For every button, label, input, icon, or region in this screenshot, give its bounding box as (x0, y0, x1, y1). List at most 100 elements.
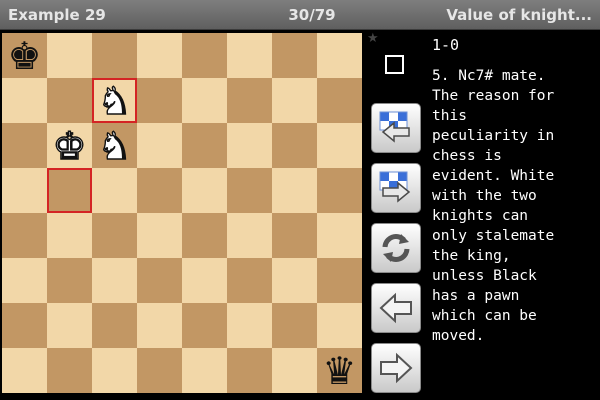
square-a2[interactable] (2, 303, 47, 348)
comment-line: evident. White (432, 168, 555, 184)
comment-line: 5. Nc7# mate. (432, 68, 546, 84)
square-d6[interactable] (137, 123, 182, 168)
square-e1[interactable] (182, 348, 227, 393)
square-f3[interactable] (227, 258, 272, 303)
square-b8[interactable] (47, 33, 92, 78)
arrow-right-icon (380, 352, 413, 384)
comment-line: unless Black (432, 268, 537, 284)
square-d2[interactable] (137, 303, 182, 348)
square-g3[interactable] (272, 258, 317, 303)
square-b6[interactable]: ♚ (47, 123, 92, 168)
comment-line: chess is (432, 148, 502, 164)
flip-board-button[interactable] (371, 223, 421, 273)
square-g6[interactable] (272, 123, 317, 168)
square-d7[interactable] (137, 78, 182, 123)
comment-line: which can be (432, 308, 537, 324)
next-game-button[interactable] (371, 163, 421, 213)
square-b7[interactable] (47, 78, 92, 123)
square-c5[interactable] (92, 168, 137, 213)
square-b2[interactable] (47, 303, 92, 348)
square-c3[interactable] (92, 258, 137, 303)
square-e6[interactable] (182, 123, 227, 168)
square-d4[interactable] (137, 213, 182, 258)
refresh-icon (382, 234, 410, 262)
square-h8[interactable] (317, 33, 362, 78)
favorite-checkbox[interactable] (385, 55, 404, 74)
example-counter: 30/79 (288, 6, 336, 24)
comment-line: this (432, 108, 467, 124)
square-f2[interactable] (227, 303, 272, 348)
square-h4[interactable] (317, 213, 362, 258)
square-f8[interactable] (227, 33, 272, 78)
comment-line: with the two (432, 188, 537, 204)
square-b1[interactable] (47, 348, 92, 393)
square-c8[interactable] (92, 33, 137, 78)
example-title: Example 29 (8, 6, 106, 24)
black-king-icon[interactable]: ♚ (2, 33, 47, 78)
white-king-icon[interactable]: ♚ (47, 123, 92, 168)
move-comment: 5. Nc7# mate. The reason for this peculiari… (432, 66, 592, 346)
square-a5[interactable] (2, 168, 47, 213)
comment-line: moved. (432, 328, 485, 344)
square-b4[interactable] (47, 213, 92, 258)
star-icon[interactable]: ★ (367, 31, 379, 46)
square-e4[interactable] (182, 213, 227, 258)
square-h1[interactable]: ♛ (317, 348, 362, 393)
square-b3[interactable] (47, 258, 92, 303)
white-knight-icon[interactable]: ♞ (94, 80, 135, 121)
square-a3[interactable] (2, 258, 47, 303)
board-arrow-left-icon (379, 111, 410, 143)
square-h3[interactable] (317, 258, 362, 303)
square-c7[interactable]: ♞ (92, 78, 137, 123)
square-g7[interactable] (272, 78, 317, 123)
square-d5[interactable] (137, 168, 182, 213)
comment-line: knights can (432, 208, 529, 224)
square-c2[interactable] (92, 303, 137, 348)
square-g2[interactable] (272, 303, 317, 348)
square-d1[interactable] (137, 348, 182, 393)
board-arrow-right-icon (379, 171, 411, 203)
square-h6[interactable] (317, 123, 362, 168)
square-f4[interactable] (227, 213, 272, 258)
square-b5[interactable] (47, 168, 92, 213)
square-c6[interactable]: ♞ (92, 123, 137, 168)
square-e5[interactable] (182, 168, 227, 213)
square-g5[interactable] (272, 168, 317, 213)
square-g1[interactable] (272, 348, 317, 393)
comment-line: only stalemate (432, 228, 555, 244)
square-d3[interactable] (137, 258, 182, 303)
square-a4[interactable] (2, 213, 47, 258)
square-f6[interactable] (227, 123, 272, 168)
comment-line: peculiarity in (432, 128, 555, 144)
square-e3[interactable] (182, 258, 227, 303)
square-g4[interactable] (272, 213, 317, 258)
square-g8[interactable] (272, 33, 317, 78)
white-knight-icon[interactable]: ♞ (92, 123, 137, 168)
next-move-button[interactable] (371, 343, 421, 393)
arrow-left-icon (379, 292, 412, 324)
comment-line: the king, (432, 248, 511, 264)
square-a7[interactable] (2, 78, 47, 123)
black-queen-icon[interactable]: ♛ (317, 348, 362, 393)
previous-move-button[interactable] (371, 283, 421, 333)
square-e7[interactable] (182, 78, 227, 123)
square-e2[interactable] (182, 303, 227, 348)
chess-board[interactable]: ♚ ♞ ♚ ♞ ♛ (2, 33, 362, 393)
square-h7[interactable] (317, 78, 362, 123)
square-h5[interactable] (317, 168, 362, 213)
square-c1[interactable] (92, 348, 137, 393)
square-d8[interactable] (137, 33, 182, 78)
previous-game-button[interactable] (371, 103, 421, 153)
square-a8[interactable]: ♚ (2, 33, 47, 78)
square-h2[interactable] (317, 303, 362, 348)
square-a1[interactable] (2, 348, 47, 393)
comment-line: has a pawn (432, 288, 520, 304)
title-bar: Example 29 30/79 Value of knight... (0, 0, 600, 30)
square-f5[interactable] (227, 168, 272, 213)
square-f7[interactable] (227, 78, 272, 123)
square-a6[interactable] (2, 123, 47, 168)
square-c4[interactable] (92, 213, 137, 258)
game-result: 1-0 (432, 36, 460, 54)
square-e8[interactable] (182, 33, 227, 78)
square-f1[interactable] (227, 348, 272, 393)
